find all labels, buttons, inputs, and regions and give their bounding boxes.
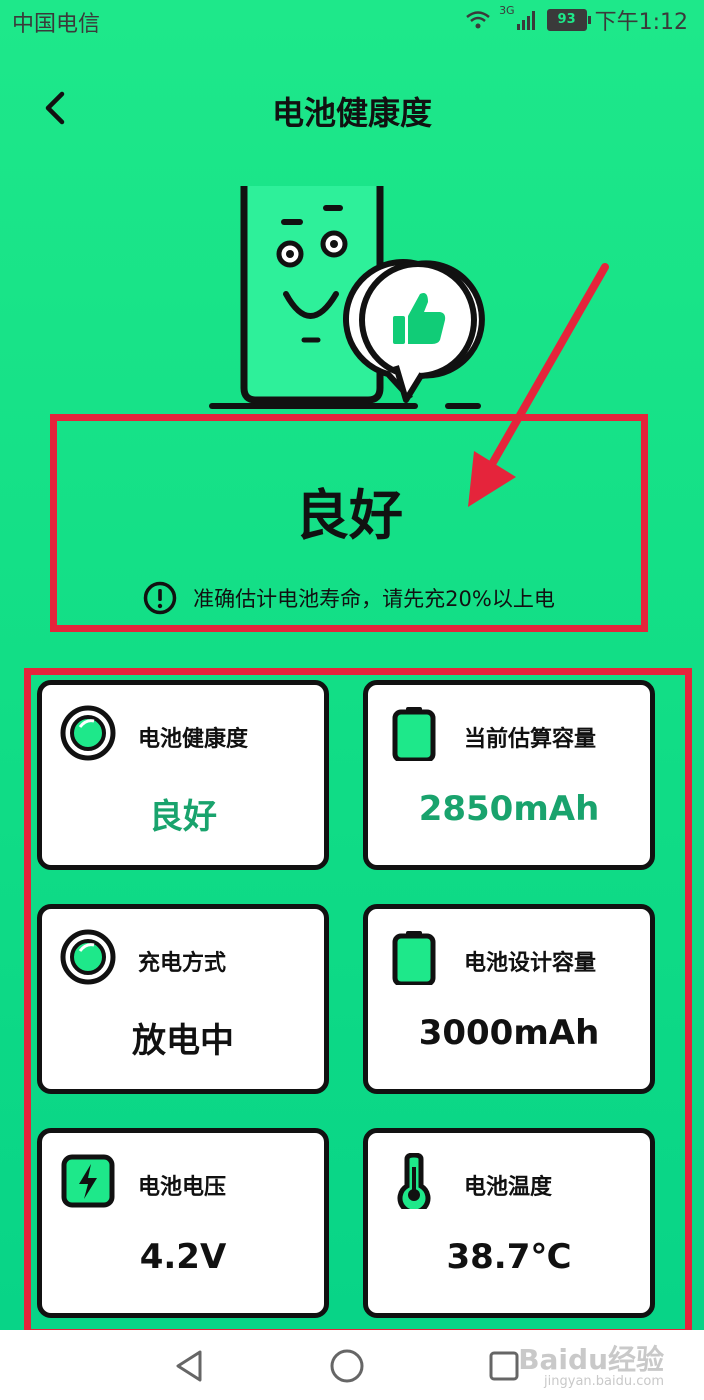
lightning-icon (61, 1154, 115, 1208)
carrier-name: 中国电信 (12, 12, 101, 37)
battery-indicator: 93 (546, 9, 591, 31)
card-estimated-capacity: 当前估算容量 2850mAh (363, 680, 655, 870)
card-battery-health: 电池健康度 良好 (37, 680, 329, 870)
battery-icon (392, 707, 436, 761)
title-bar: 电池健康度 (0, 70, 704, 150)
nav-home-button[interactable] (327, 1346, 367, 1386)
card-label: 电池温度 (464, 1175, 553, 1200)
charge-notice-text: 准确估计电池寿命，请先充20%以上电 (193, 587, 555, 611)
card-value: 4.2V (139, 1237, 227, 1277)
nav-back-button[interactable] (170, 1346, 210, 1386)
status-bar: 中国电信 3G 93 下午1:12 (0, 0, 704, 40)
card-label: 充电方式 (138, 951, 227, 976)
circle-indicator-icon (60, 705, 116, 761)
card-battery-temperature: 电池温度 38.7℃ (363, 1128, 655, 1318)
wifi-icon (466, 11, 490, 29)
system-nav-bar: Baidu经验 jingyan.baidu.com (0, 1330, 704, 1400)
watermark-url: jingyan.baidu.com (544, 1374, 664, 1389)
app-screen: 中国电信 3G 93 下午1:12 电池健康度 良好 准确估计电池寿命，请先充2… (0, 0, 704, 1336)
signal-icon (516, 11, 535, 30)
health-status-highlight: 良好 准确估计电池寿命，请先充20%以上电 (50, 414, 648, 632)
watermark: Baidu经验 jingyan.baidu.com (518, 1338, 664, 1389)
card-label: 电池健康度 (138, 727, 249, 752)
card-value: 3000mAh (418, 1013, 600, 1053)
network-type: 3G (499, 4, 515, 17)
card-value: 良好 (149, 797, 217, 837)
card-value: 放电中 (132, 1021, 234, 1061)
health-status-value: 良好 (295, 484, 403, 547)
card-label: 电池电压 (138, 1175, 227, 1200)
card-design-capacity: 电池设计容量 3000mAh (363, 904, 655, 1094)
triangle-back-icon (176, 1350, 202, 1382)
charge-notice: 准确估计电池寿命，请先充20%以上电 (57, 581, 641, 615)
card-label: 当前估算容量 (464, 727, 597, 752)
circle-home-icon (330, 1349, 364, 1383)
page-title: 电池健康度 (271, 94, 432, 132)
battery-icon (392, 931, 436, 985)
circle-indicator-icon (60, 929, 116, 985)
status-icons: 3G 93 下午1:12 (465, 4, 688, 36)
card-charging-mode: 充电方式 放电中 (37, 904, 329, 1094)
clock: 下午1:12 (594, 10, 688, 35)
watermark-brand: Baidu经验 (518, 1343, 664, 1376)
alert-circle-icon (143, 581, 177, 615)
thermometer-icon (397, 1153, 431, 1209)
card-battery-voltage: 电池电压 4.2V (37, 1128, 329, 1318)
card-value: 2850mAh (418, 789, 600, 829)
card-value: 38.7℃ (446, 1237, 572, 1277)
card-label: 电池设计容量 (464, 951, 597, 976)
